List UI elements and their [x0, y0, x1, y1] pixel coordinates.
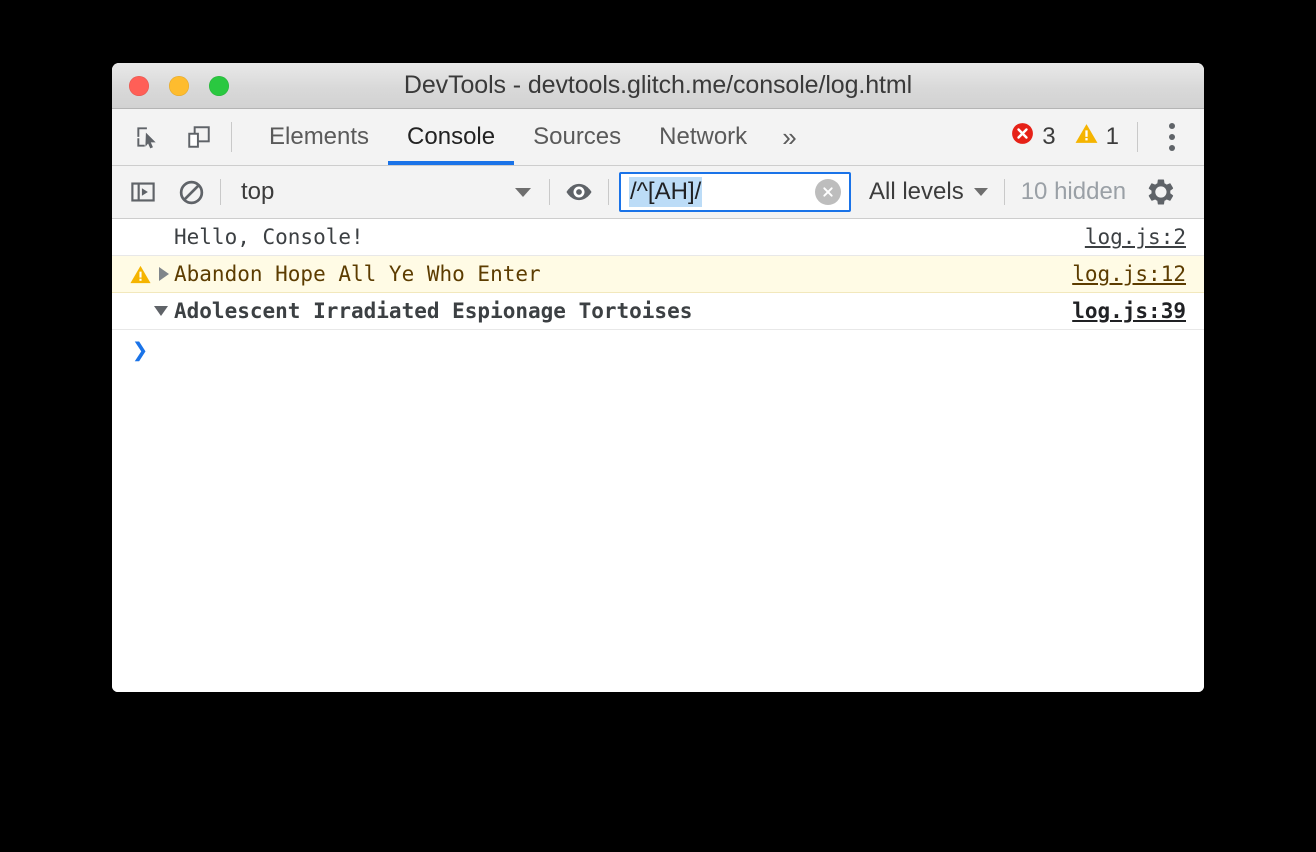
collapse-group-icon[interactable] [154, 306, 174, 316]
console-message-source-link[interactable]: log.js:12 [1072, 262, 1186, 286]
console-message-source-link[interactable]: log.js:39 [1072, 299, 1186, 323]
console-group-title: Adolescent Irradiated Espionage Tortoise… [174, 299, 693, 323]
traffic-light-group [129, 63, 229, 108]
expand-message-icon[interactable] [154, 267, 174, 281]
console-message-source-link[interactable]: log.js:2 [1085, 225, 1186, 249]
tabbar-right-group: 3 1 [1010, 109, 1204, 165]
panel-tabs: Elements Console Sources Network » [250, 109, 813, 165]
chevron-down-icon [515, 187, 531, 197]
tabbar-right-divider [1137, 122, 1138, 152]
console-sidebar-toggle-icon[interactable] [124, 173, 162, 211]
console-filter-input[interactable]: /^[AH]/ [619, 172, 851, 212]
tab-sources[interactable]: Sources [514, 109, 640, 165]
table-row[interactable]: Abandon Hope All Ye Who Enter log.js:12 [112, 256, 1204, 293]
device-toolbar-icon[interactable] [179, 117, 219, 157]
devtools-tabbar: Elements Console Sources Network » 3 1 [112, 109, 1204, 166]
tab-elements[interactable]: Elements [250, 109, 388, 165]
triangle-right-icon [159, 267, 169, 281]
console-filter-value: /^[AH]/ [629, 177, 703, 207]
close-window-button[interactable] [129, 75, 149, 96]
window-titlebar: DevTools - devtools.glitch.me/console/lo… [112, 63, 1204, 109]
console-message-list[interactable]: Hello, Console! log.js:2 Abandon Hope Al… [112, 219, 1204, 692]
more-tabs-button[interactable]: » [766, 109, 812, 165]
filterbar-divider-1 [220, 179, 221, 205]
console-message-text: Hello, Console! [174, 225, 364, 249]
warning-count: 1 [1105, 123, 1119, 150]
devtools-window: DevTools - devtools.glitch.me/console/lo… [112, 63, 1204, 692]
console-message-text: Abandon Hope All Ye Who Enter [174, 262, 541, 286]
clear-console-icon[interactable] [172, 173, 210, 211]
error-count: 3 [1042, 123, 1056, 150]
console-prompt-row[interactable]: ❯ [112, 330, 1204, 370]
gear-icon[interactable] [1142, 173, 1180, 211]
inspect-element-icon[interactable] [127, 117, 167, 157]
eye-icon[interactable] [560, 173, 598, 211]
filter-clear-icon[interactable] [815, 179, 841, 205]
main-menu-icon[interactable] [1154, 117, 1190, 157]
hidden-messages-count: 10 hidden [1020, 178, 1127, 205]
table-row[interactable]: Hello, Console! log.js:2 [112, 219, 1204, 256]
execution-context-selector[interactable]: top [231, 175, 539, 209]
window-title: DevTools - devtools.glitch.me/console/lo… [403, 71, 913, 99]
execution-context-value: top [241, 178, 275, 205]
filterbar-divider-4 [1003, 179, 1005, 205]
table-row[interactable]: Adolescent Irradiated Espionage Tortoise… [112, 293, 1204, 330]
tabbar-divider [231, 122, 232, 152]
warning-counter[interactable]: 1 [1074, 121, 1119, 153]
triangle-down-icon [154, 306, 168, 316]
filterbar-divider-2 [549, 179, 550, 205]
error-icon [1010, 121, 1035, 153]
maximize-window-button[interactable] [209, 75, 229, 96]
log-level-value: All levels [869, 178, 964, 205]
warning-triangle-icon [126, 263, 154, 286]
tabbar-left-icons [112, 109, 219, 165]
minimize-window-button[interactable] [169, 75, 189, 96]
tab-network[interactable]: Network [640, 109, 766, 165]
console-filter-toolbar: top /^[AH]/ All levels 10 hidden [112, 166, 1204, 219]
filterbar-divider-3 [608, 179, 609, 205]
prompt-chevron-icon: ❯ [132, 334, 149, 366]
error-counter[interactable]: 3 [1010, 121, 1056, 153]
warning-icon [1074, 121, 1099, 153]
tab-console[interactable]: Console [388, 109, 515, 165]
log-level-selector[interactable]: All levels [861, 174, 996, 210]
chevron-down-icon [973, 188, 988, 196]
